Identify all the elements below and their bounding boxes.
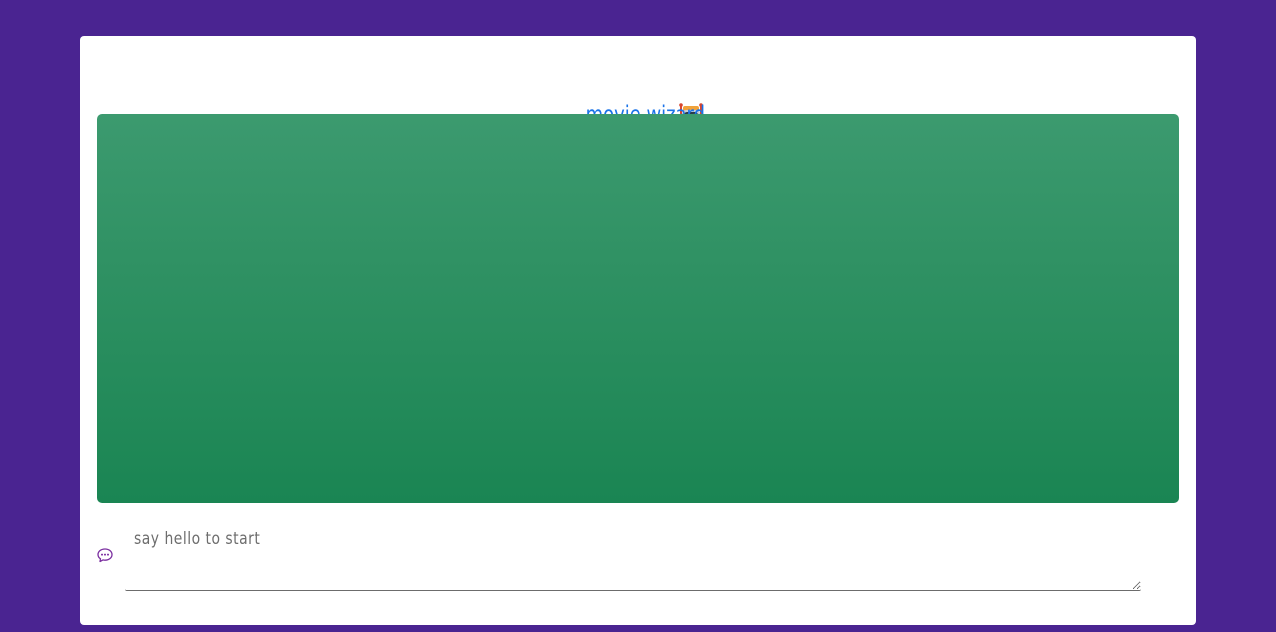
chat-bubble-icon [97,547,113,563]
message-input[interactable] [125,525,1141,591]
chat-messages-panel [97,114,1179,503]
chat-input-row: say hello to start [97,525,1141,593]
